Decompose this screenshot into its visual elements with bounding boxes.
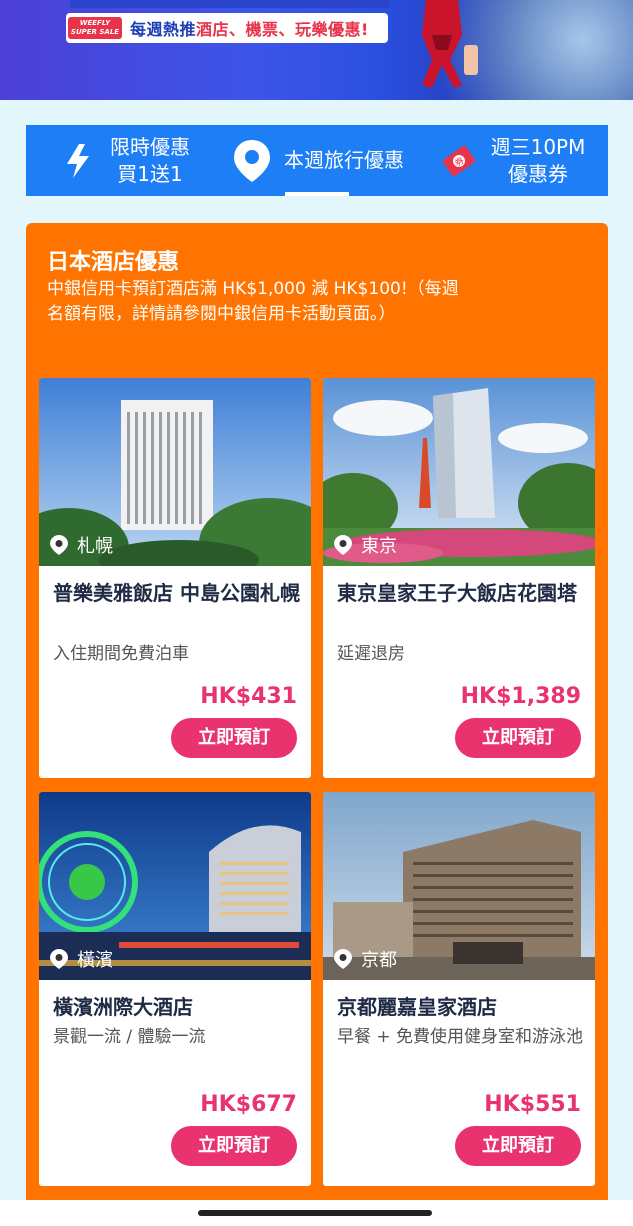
weefly-logo: WEEFLY SUPER SALE [68,17,122,39]
hotel-price: HK$551 [484,1092,581,1117]
banner-headline: WEEFLY SUPER SALE 每週熱推酒店、機票、玩樂優惠! [66,13,388,43]
hotel-feature: 早餐 + 免費使用健身室和游泳池 [337,1027,584,1047]
tab-wednesday-coupon-label: 週三10PM 優惠券 [490,134,586,186]
tab-limited-offer-label: 限時優惠 買1送1 [110,134,190,186]
deal-tabs: 限時優惠 買1送1 本週旅行優惠 券 週三10PM 優惠券 [26,125,608,196]
banner-headline-text: 每週熱推酒店、機票、玩樂優惠! [130,20,369,39]
hotel-feature: 延遲退房 [337,644,405,664]
hotel-card[interactable]: 東京 東京皇家王子大飯店花園塔 延遲退房 HK$1,389 立即預訂 [323,378,595,778]
section-title: 日本酒店優惠 [47,250,180,275]
coupon-icon: 券 [437,139,481,183]
book-now-button[interactable]: 立即預訂 [171,1126,297,1166]
hotel-location: 橫濱 [49,946,113,972]
hotel-name: 橫濱洲際大酒店 [53,995,193,1019]
section-description: 中銀信用卡預訂酒店滿 HK$1,000 減 HK$100!（每週名額有限，詳情請… [47,279,459,324]
hotel-photo: 札幌 [39,378,311,566]
location-pin-icon [230,139,274,183]
hotel-card[interactable]: 橫濱 橫濱洲際大酒店 景觀一流 / 體驗一流 HK$677 立即預訂 [39,792,311,1186]
book-now-button[interactable]: 立即預訂 [455,718,581,758]
hotel-name: 京都麗嘉皇家酒店 [337,995,497,1019]
banner-strip [70,0,390,8]
active-tab-indicator [285,192,349,196]
hotel-photo: 京都 [323,792,595,980]
book-now-button[interactable]: 立即預訂 [455,1126,581,1166]
banner-traveler-illustration [422,0,478,88]
hotel-feature: 景觀一流 / 體驗一流 [53,1027,206,1047]
lightning-icon [56,139,100,183]
hotel-card[interactable]: 札幌 普樂美雅飯店 中島公園札幌 入住期間免費泊車 HK$431 立即預訂 [39,378,311,778]
hotel-photo: 東京 [323,378,595,566]
tab-limited-offer[interactable]: 限時優惠 買1送1 [26,125,220,196]
hotel-feature: 入住期間免費泊車 [53,644,189,664]
hotel-price: HK$677 [200,1092,297,1117]
tab-weekly-travel-deals-label: 本週旅行優惠 [284,148,404,172]
hotel-photo: 橫濱 [39,792,311,980]
hotel-location: 札幌 [49,532,113,558]
japan-hotel-deals-panel: 日本酒店優惠 中銀信用卡預訂酒店滿 HK$1,000 減 HK$100!（每週名… [26,223,608,1213]
hotel-location: 京都 [333,946,397,972]
home-indicator[interactable] [198,1210,432,1216]
location-pin-icon [50,535,68,555]
book-now-button[interactable]: 立即預訂 [171,718,297,758]
location-pin-icon [50,949,68,969]
hotel-price: HK$1,389 [460,684,581,709]
hotel-price: HK$431 [200,684,297,709]
location-pin-icon [334,535,352,555]
promo-banner[interactable]: WEEFLY SUPER SALE 每週熱推酒店、機票、玩樂優惠! [0,0,633,100]
hotel-location: 東京 [333,532,397,558]
tab-weekly-travel-deals[interactable]: 本週旅行優惠 [220,125,414,196]
tab-wednesday-coupon[interactable]: 券 週三10PM 優惠券 [414,125,608,196]
hotel-card[interactable]: 京都 京都麗嘉皇家酒店 早餐 + 免費使用健身室和游泳池 HK$551 立即預訂 [323,792,595,1186]
hotel-name: 東京皇家王子大飯店花園塔 [337,581,577,605]
hotel-name: 普樂美雅飯店 中島公園札幌 [53,581,300,605]
location-pin-icon [334,949,352,969]
